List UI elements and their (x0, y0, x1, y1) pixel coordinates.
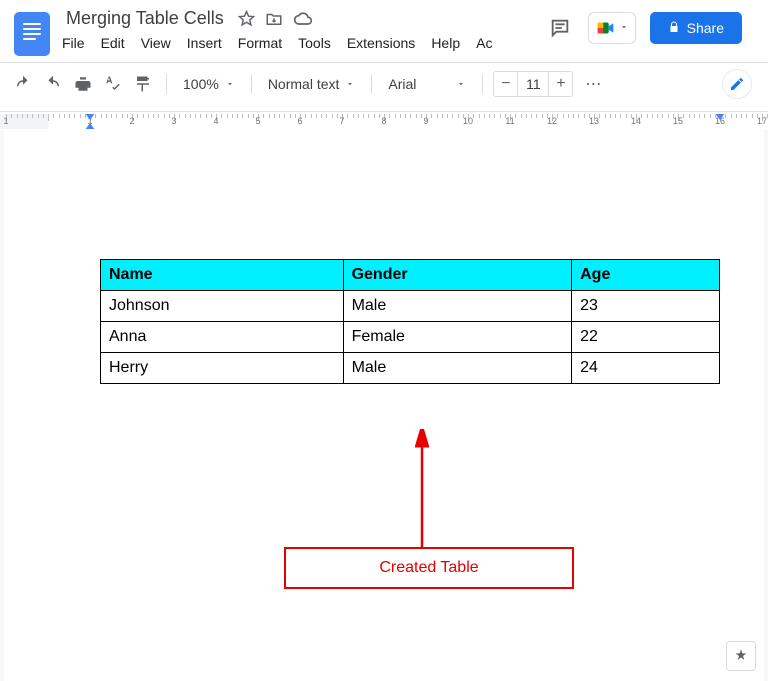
annotation-arrow (415, 429, 429, 549)
zoom-dropdown[interactable]: 100% (177, 76, 241, 92)
menu-truncated[interactable]: Ac (476, 35, 492, 51)
table-cell[interactable]: 22 (572, 322, 720, 353)
font-value: Arial (388, 76, 416, 92)
meet-button[interactable] (588, 12, 636, 44)
paint-format-button[interactable] (130, 71, 156, 97)
table-header-row[interactable]: Name Gender Age (101, 260, 720, 291)
font-size-input[interactable]: 11 (518, 76, 548, 92)
menu-format[interactable]: Format (238, 35, 282, 51)
table-cell[interactable]: Herry (101, 353, 344, 384)
menu-edit[interactable]: Edit (101, 35, 125, 51)
chevron-down-icon (619, 19, 629, 37)
table-cell[interactable]: 23 (572, 291, 720, 322)
toolbar-separator (371, 74, 372, 94)
annotation-box: Created Table (284, 547, 574, 589)
toolbar-more[interactable]: ⋯ (577, 74, 609, 94)
print-button[interactable] (70, 71, 96, 97)
font-size-group: − 11 + (493, 71, 573, 97)
document-table[interactable]: Name Gender Age Johnson Male 23 Anna Fem… (100, 259, 720, 384)
menu-file[interactable]: File (62, 35, 85, 51)
redo-button[interactable] (40, 71, 66, 97)
editing-mode-button[interactable] (722, 69, 752, 99)
meet-icon (595, 17, 617, 39)
menu-extensions[interactable]: Extensions (347, 35, 415, 51)
menu-help[interactable]: Help (431, 35, 460, 51)
font-size-decrease[interactable]: − (494, 72, 518, 96)
toolbar-separator (166, 74, 167, 94)
menu-bar: File Edit View Insert Format Tools Exten… (62, 35, 492, 51)
document-title[interactable]: Merging Table Cells (62, 6, 228, 31)
share-button[interactable]: Share (650, 12, 742, 44)
table-header-cell[interactable]: Name (101, 260, 344, 291)
table-cell[interactable]: Female (343, 322, 572, 353)
style-value: Normal text (268, 76, 340, 92)
spellcheck-button[interactable] (100, 71, 126, 97)
table-row[interactable]: Johnson Male 23 (101, 291, 720, 322)
lock-icon (668, 20, 680, 36)
font-size-increase[interactable]: + (548, 72, 572, 96)
toolbar-separator (251, 74, 252, 94)
cloud-status-icon[interactable] (293, 9, 313, 29)
toolbar-divider (0, 111, 768, 112)
table-header-cell[interactable]: Age (572, 260, 720, 291)
document-page[interactable]: Name Gender Age Johnson Male 23 Anna Fem… (4, 129, 764, 681)
table-cell[interactable]: Male (343, 291, 572, 322)
table-header-cell[interactable]: Gender (343, 260, 572, 291)
table-cell[interactable]: Anna (101, 322, 344, 353)
docs-logo[interactable] (14, 12, 50, 56)
toolbar-separator (482, 74, 483, 94)
table-cell[interactable]: Johnson (101, 291, 344, 322)
move-to-folder-icon[interactable] (265, 10, 283, 28)
table-cell[interactable]: Male (343, 353, 572, 384)
zoom-value: 100% (183, 76, 219, 92)
table-row[interactable]: Herry Male 24 (101, 353, 720, 384)
share-label: Share (687, 20, 724, 36)
ruler[interactable]: 11234567891011121314151617 (0, 114, 768, 129)
table-cell[interactable]: 24 (572, 353, 720, 384)
annotation-label: Created Table (379, 559, 478, 576)
chevron-down-icon (345, 76, 355, 92)
font-dropdown[interactable]: Arial (382, 76, 472, 92)
chevron-down-icon (456, 76, 466, 92)
style-dropdown[interactable]: Normal text (262, 76, 362, 92)
star-icon[interactable] (238, 10, 255, 27)
toolbar: 100% Normal text Arial − 11 + ⋯ (0, 63, 768, 105)
chevron-down-icon (225, 76, 235, 92)
menu-view[interactable]: View (141, 35, 171, 51)
menu-tools[interactable]: Tools (298, 35, 331, 51)
document-canvas: Name Gender Age Johnson Male 23 Anna Fem… (0, 129, 768, 681)
menu-insert[interactable]: Insert (187, 35, 222, 51)
undo-button[interactable] (10, 71, 36, 97)
table-row[interactable]: Anna Female 22 (101, 322, 720, 353)
comment-history-icon[interactable] (546, 14, 574, 42)
